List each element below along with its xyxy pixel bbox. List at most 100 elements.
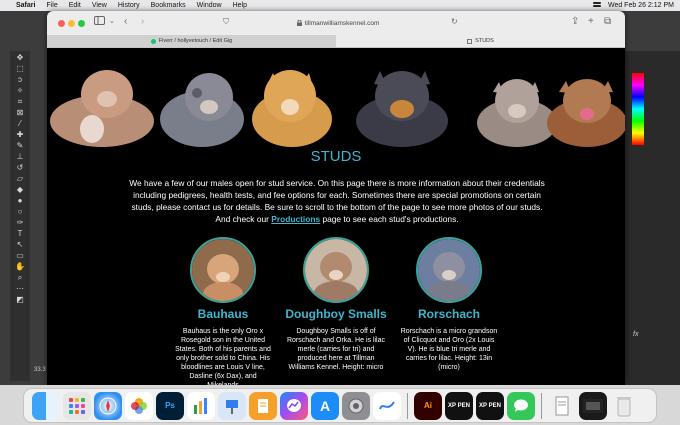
dogs-banner-illustration [47,49,625,147]
freeform-icon[interactable] [373,391,401,420]
forward-button[interactable]: › [141,16,144,28]
intro-tail-text: page to see each stud's productions. [320,214,459,224]
stud-bio-bauhaus: Bauhaus is the only Oro x Rosegold son i… [175,328,271,385]
trash-icon[interactable] [610,392,638,420]
safari-window: ⌄ ‹ › ⛉ tillmanwilliamskennel.com ↻ ⇪ + … [47,11,625,385]
tab-studs-label: STUDS [475,38,494,44]
stud-photo-rorschach[interactable] [416,237,482,303]
dock-separator-2 [541,392,542,419]
dodge-tool-icon[interactable]: ○ [14,207,26,216]
marquee-tool-icon[interactable]: ⬚ [14,64,26,73]
zoom-tool-icon[interactable]: ⌕ [14,273,26,282]
menu-app-name[interactable]: Safari [16,2,35,9]
shape-tool-icon[interactable]: ▭ [14,251,26,260]
sidebar-chevron-icon[interactable]: ⌄ [109,16,115,28]
address-bar[interactable]: tillmanwilliamskennel.com [218,16,458,30]
header-banner-image [47,49,625,147]
path-select-tool-icon[interactable]: ↖ [14,240,26,249]
menu-view[interactable]: View [92,2,107,9]
stud-card-rorschach: Rorschach Rorschach is a micro grandson … [389,237,509,372]
eraser-tool-icon[interactable]: ▱ [14,174,26,183]
keynote-icon[interactable] [218,391,246,420]
healing-tool-icon[interactable]: ✚ [14,130,26,139]
color-spectrum[interactable] [632,73,644,145]
pages-icon[interactable] [249,391,277,420]
stud-card-bauhaus: Bauhaus Bauhaus is the only Oro x Rosego… [163,237,283,385]
stud-photo-doughboy-smalls[interactable] [303,237,369,303]
stud-card-doughboy-smalls: Doughboy Smalls Doughboy Smalls is off o… [276,237,396,372]
lasso-tool-icon[interactable]: ↄ [14,75,26,84]
brush-tool-icon[interactable]: ✎ [14,141,26,150]
numbers-icon[interactable] [187,391,215,420]
xp-pen-2-icon[interactable]: XP PEN [476,391,504,420]
safari-toolbar: ⌄ ‹ › ⛉ tillmanwilliamskennel.com ↻ ⇪ + … [47,11,625,35]
eyedropper-tool-icon[interactable]: ⁄ [14,119,26,128]
finder-icon[interactable] [32,391,60,420]
tab-fiverr-label: Fiverr / hollyvetouch / Edit Gig [158,38,233,44]
crop-tool-icon[interactable]: ⌗ [14,97,26,106]
tab-overview-icon[interactable]: ⧉ [604,16,611,28]
photoshop-toolbar: ✥ ⬚ ↄ ✧ ⌗ ⊠ ⁄ ✚ ✎ ⊥ ↺ ▱ ◆ ● ○ ✑ T ↖ ▭ ✋ … [10,51,30,381]
stamp-tool-icon[interactable]: ⊥ [14,152,26,161]
tab-fiverr[interactable]: Fiverr / hollyvetouch / Edit Gig [47,35,336,47]
site-favicon-icon [467,38,473,44]
bucket-tool-icon[interactable]: ◆ [14,185,26,194]
messenger-icon[interactable] [280,391,308,420]
productions-link[interactable]: Productions [271,214,320,224]
menu-file[interactable]: File [46,2,57,9]
menu-history[interactable]: History [118,2,140,9]
menu-edit[interactable]: Edit [69,2,81,9]
stud-bio-rorschach: Rorschach is a micro grandson of Clicquo… [400,328,498,371]
menu-help[interactable]: Help [233,2,247,9]
colors-swatch-icon[interactable]: ◩ [14,295,26,304]
hand-tool-icon[interactable]: ✋ [14,262,26,271]
page-title: STUDS [310,148,362,165]
new-tab-icon[interactable]: + [588,16,594,28]
tab-bar: Fiverr / hollyvetouch / Edit Gig STUDS [47,35,625,48]
stud-photo-bauhaus[interactable] [190,237,256,303]
lock-icon [296,20,302,26]
type-tool-icon[interactable]: T [14,229,26,238]
photo-icon[interactable] [579,391,607,420]
illustrator-icon[interactable]: Ai [414,391,442,420]
menu-bookmarks[interactable]: Bookmarks [151,2,186,9]
system-settings-icon[interactable] [342,391,370,420]
stud-bio-doughboy-smalls: Doughboy Smalls is off of Rorschach and … [286,328,386,371]
control-center-icon[interactable] [592,1,601,10]
stud-name-bauhaus: Bauhaus [197,307,249,321]
desktop-bottom: Ps A Ai XP PEN XP PEN [0,385,680,425]
magic-wand-tool-icon[interactable]: ✧ [14,86,26,95]
xp-pen-icon[interactable]: XP PEN [445,391,473,420]
menubar-clock[interactable]: Wed Feb 26 2:12 PM [608,2,674,9]
share-icon[interactable]: ⇪ [571,16,579,28]
app-store-icon[interactable]: A [311,391,339,420]
intro-paragraph: We have a few of our males open for stud… [125,177,549,225]
frame-tool-icon[interactable]: ⊠ [14,108,26,117]
messages-icon[interactable] [507,391,535,420]
menu-window[interactable]: Window [197,2,222,9]
zoom-level: 33.3 [34,367,46,373]
web-page: STUDS We have a few of our males open fo… [47,49,625,385]
fx-icon[interactable]: fx [633,331,638,338]
close-window-button[interactable] [58,20,65,27]
minimize-window-button[interactable] [68,20,75,27]
stud-name-doughboy-smalls: Doughboy Smalls [285,307,387,321]
more-tools-icon[interactable]: ⋯ [14,284,26,293]
safari-icon[interactable] [94,391,122,420]
sidebar-icon[interactable] [94,16,105,29]
back-button[interactable]: ‹ [124,16,127,28]
url-text: tillmanwilliamskennel.com [304,19,380,27]
photos-icon[interactable] [125,391,153,420]
tab-studs[interactable]: STUDS [336,35,625,47]
launchpad-icon[interactable] [63,391,91,420]
fullscreen-window-button[interactable] [78,20,85,27]
move-tool-icon[interactable]: ✥ [14,53,26,62]
reload-icon[interactable]: ↻ [451,16,458,28]
pen-tool-icon[interactable]: ✑ [14,218,26,227]
blur-tool-icon[interactable]: ● [14,196,26,205]
stud-name-rorschach: Rorschach [417,307,481,321]
document-icon[interactable] [548,391,576,420]
photoshop-icon[interactable]: Ps [156,391,184,420]
dock-separator [407,392,408,419]
history-brush-icon[interactable]: ↺ [14,163,26,172]
